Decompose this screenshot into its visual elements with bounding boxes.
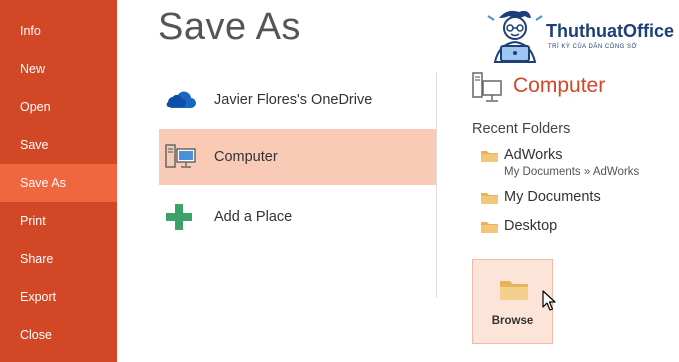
place-label: Javier Flores's OneDrive (214, 92, 373, 108)
location-heading: Computer (513, 74, 606, 97)
page-title: Save As (158, 6, 301, 48)
logo-tagline: TRÍ KỲ CỦA DÂN CÔNG SỞ (548, 44, 638, 50)
folder-name: AdWorks (504, 147, 563, 163)
folder-path: My Documents » AdWorks (504, 166, 640, 178)
folder-name: Desktop (504, 218, 558, 234)
folder-icon (481, 193, 498, 204)
place-computer[interactable]: Computer (159, 129, 436, 185)
backstage-sidebar: Info New Open Save Save As Print Share E… (0, 0, 117, 362)
avatar-icon (487, 10, 543, 63)
place-label: Computer (214, 149, 278, 165)
sidebar-item-export[interactable]: Export (0, 278, 117, 316)
place-label: Add a Place (214, 209, 293, 225)
folder-name: My Documents (504, 189, 601, 205)
folder-item-adworks[interactable]: AdWorks My Documents » AdWorks (481, 147, 671, 183)
computer-icon (165, 144, 196, 168)
sidebar-item-open[interactable]: Open (0, 88, 117, 126)
sidebar-item-close[interactable]: Close (0, 316, 117, 354)
folder-item-desktop[interactable]: Desktop (481, 218, 671, 238)
place-onedrive[interactable]: Javier Flores's OneDrive (159, 72, 436, 128)
folder-item-my-documents[interactable]: My Documents (481, 189, 671, 209)
computer-icon (472, 72, 502, 102)
recent-folders-heading: Recent Folders (472, 121, 571, 137)
sidebar-item-print[interactable]: Print (0, 202, 117, 240)
sidebar-item-save-as[interactable]: Save As (0, 164, 117, 202)
browse-button[interactable]: Browse (472, 259, 553, 344)
folder-icon (481, 151, 498, 162)
folder-icon (481, 222, 498, 233)
sidebar-item-new[interactable]: New (0, 50, 117, 88)
folder-open-icon (500, 281, 528, 300)
plus-icon (166, 204, 192, 230)
mouse-cursor-icon (542, 290, 556, 311)
logo-brand-text: ThuthuatOffice (546, 21, 674, 41)
sidebar-item-share[interactable]: Share (0, 240, 117, 278)
pane-divider (436, 72, 437, 298)
watermark-logo: ThuthuatOffice TRÍ KỲ CỦA DÂN CÔNG SỞ (485, 6, 675, 66)
place-add-a-place[interactable]: Add a Place (159, 189, 436, 245)
browse-label: Browse (491, 315, 534, 327)
cloud-icon (166, 91, 196, 108)
sidebar-item-save[interactable]: Save (0, 126, 117, 164)
sidebar-item-info[interactable]: Info (0, 12, 117, 50)
